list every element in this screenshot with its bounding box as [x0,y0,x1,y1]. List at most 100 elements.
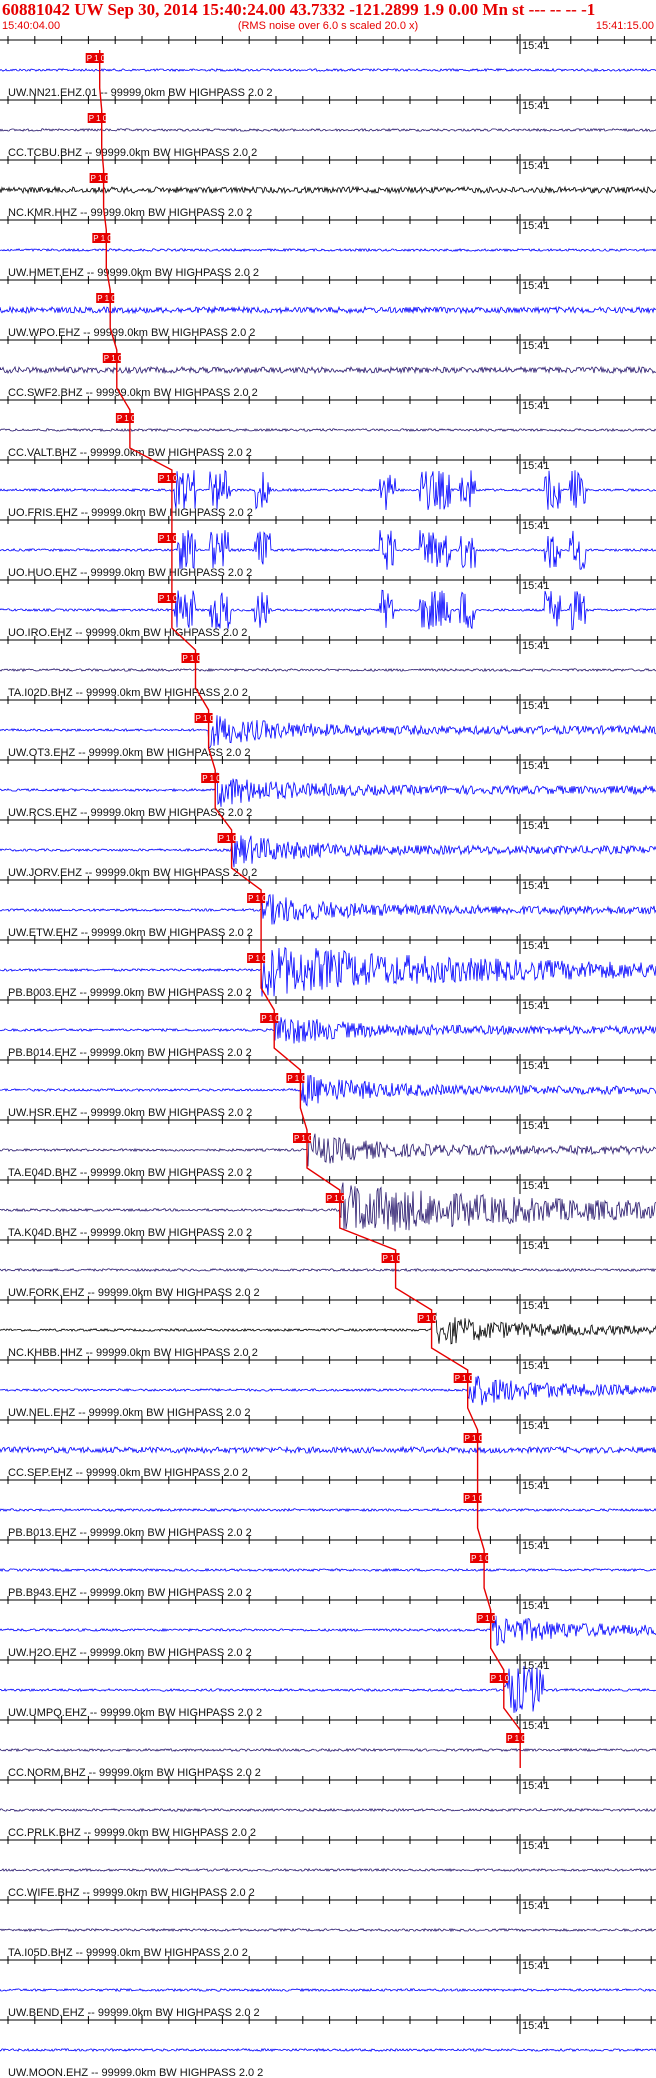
minute-marker-label: 15:41 [522,100,550,112]
trace-row: 15:41 UW.HSR.EHZ -- 99999.0km BW HIGHPASS… [0,1054,656,1119]
trace-row: 15:41 UO.FRIS.EHZ -- 99999.0km BW HIGHPAS… [0,454,656,519]
station-label: UW.OT3.EHZ -- 99999.0km BW HIGHPASS 2.0 … [8,747,250,759]
pick-label: P 1.0 [294,1134,313,1143]
waveform [0,185,656,195]
station-label: UW.FORK.EHZ -- 99999.0km BW HIGHPASS 2.0… [8,1287,260,1299]
station-label: UO.FRIS.EHZ -- 99999.0km BW HIGHPASS 2.0… [8,507,253,519]
station-label: UW.NN21.EHZ.01 -- 99999.0km BW HIGHPASS … [8,87,273,99]
pick-label: P 1.0 [159,594,178,603]
trace-row: 15:41 TA.I05D.BHZ -- 99999.0km BW HIGHPAS… [0,1894,656,1959]
station-label: PB.B014.EHZ -- 99999.0km BW HIGHPASS 2.0… [8,1047,252,1059]
station-label: CC.NORM.BHZ -- 99999.0km BW HIGHPASS 2.0… [8,1767,261,1779]
minute-marker-label: 15:41 [522,1900,550,1912]
waveform [0,365,656,375]
minute-marker-label: 15:41 [522,580,550,592]
minute-marker-label: 15:41 [522,1240,550,1252]
minute-marker-label: 15:41 [522,220,550,232]
waveform [0,1445,656,1455]
minute-marker-label: 15:41 [522,520,550,532]
pick-label: P 1.0 [91,174,110,183]
pick-label: P 1.0 [87,54,106,63]
pick-label: P 1.0 [465,1494,484,1503]
waveform [0,1133,656,1167]
station-label: TA.K04D.BHZ -- 99999.0km BW HIGHPASS 2.0… [8,1227,252,1239]
station-label: UO.HUO.EHZ -- 99999.0km BW HIGHPASS 2.0 … [8,567,252,579]
trace-row: 15:41 UW.WPO.EHZ -- 99999.0km BW HIGHPASS… [0,274,656,339]
waveform [0,1312,656,1345]
trace-row: 15:41 UW.NN21.EHZ.01 -- 99999.0km BW HIGH… [0,34,656,99]
trace-row: 15:41 UO.IRO.EHZ -- 99999.0km BW HIGHPASS… [0,574,656,639]
trace-row: 15:41 TA.K04D.BHZ -- 99999.0km BW HIGHPAS… [0,1174,656,1239]
waveform [0,530,656,570]
waveform [0,1075,656,1107]
waveform [0,1747,656,1753]
pick-label: P 1.0 [471,1554,490,1563]
minute-marker-label: 15:41 [522,1480,550,1492]
pick-label: P 1.0 [455,1374,474,1383]
station-label: UW.ETW.EHZ -- 99999.0km BW HIGHPASS 2.0 … [8,927,253,939]
waveform [0,1567,656,1573]
station-label: CC.SWF2.BHZ -- 99999.0km BW HIGHPASS 2.0… [8,387,258,399]
pick-label: P 1.0 [327,1194,346,1203]
waveform [0,1016,656,1044]
trace-row: 15:41 UW.HMET.EHZ -- 99999.0km BW HIGHPAS… [0,214,656,279]
waveform [0,247,656,253]
trace-row: 15:41 CC.WIFE.BHZ -- 99999.0km BW HIGHPAS… [0,1834,656,1899]
station-label: UW.HSR.EHZ -- 99999.0km BW HIGHPASS 2.0 … [8,1107,252,1119]
trace-row: 15:41 CC.SEP.EHZ -- 99999.0km BW HIGHPASS… [0,1414,656,1479]
pick-label: P 1.0 [159,474,178,483]
minute-marker-label: 15:41 [522,1600,550,1612]
trace-row: 15:41UW.RCS.EHZ -- 99999.0km BW HIGHPASS… [0,754,656,819]
pick-label: P 1.0 [491,1674,510,1683]
pick-label: P 1.0 [478,1614,497,1623]
trace-row: 15:41 TA.I02D.BHZ -- 99999.0km BW HIGHPAS… [0,634,656,699]
station-label: TA.I05D.BHZ -- 99999.0km BW HIGHPASS 2.0… [8,1947,248,1959]
waveform [0,1507,656,1513]
minute-marker-label: 15:41 [522,1180,550,1192]
station-label: NC.KHBB.HHZ -- 99999.0km BW HIGHPASS 2.0… [8,1347,258,1359]
pick-label: P 1.0 [383,1254,402,1263]
waveform [0,1614,656,1647]
minute-marker-label: 15:41 [522,1000,550,1012]
waveform [0,667,656,673]
seismogram-plot: 15:41 UW.NN21.EHZ.01 -- 99999.0km BW HIGH… [0,34,656,2078]
station-label: CC.WIFE.BHZ -- 99999.0km BW HIGHPASS 2.0… [8,1887,255,1899]
minute-marker-label: 15:41 [522,1360,550,1372]
station-label: UW.JORV.EHZ -- 99999.0km BW HIGHPASS 2.0… [8,867,257,879]
pick-label: P 1.0 [104,354,123,363]
station-label: PB.B013.EHZ -- 99999.0km BW HIGHPASS 2.0… [8,1527,252,1539]
pick-label: P 1.0 [93,234,112,243]
station-label: TA.E04D.BHZ -- 99999.0km BW HIGHPASS 2.0… [8,1167,252,1179]
minute-marker-label: 15:41 [522,1960,550,1972]
pick-label: P 1.0 [202,774,221,783]
waveform [0,715,656,749]
minute-marker-label: 15:41 [522,1540,550,1552]
minute-marker-label: 15:41 [522,940,550,952]
trace-row: 15:41 CC.SWF2.BHZ -- 99999.0km BW HIGHPAS… [0,334,656,399]
pick-label: P 1.0 [248,954,267,963]
minute-marker-label: 15:41 [522,160,550,172]
trace-row: 15:41CC.VALT.BHZ -- 99999.0km BW HIGHPAS… [0,394,656,459]
minute-marker-label: 15:41 [522,880,550,892]
trace-row: 15:41 UW.JORV.EHZ -- 99999.0km BW HIGHPAS… [0,814,656,879]
waveform [0,1267,656,1273]
pick-label: P 1.0 [419,1314,438,1323]
minute-marker-label: 15:41 [522,760,550,772]
station-label: UW.HMET.EHZ -- 99999.0km BW HIGHPASS 2.0… [8,267,259,279]
minute-marker-label: 15:41 [522,1420,550,1432]
pick-label: P 1.0 [507,1734,526,1743]
waveform [0,2048,656,2053]
station-label: NC.KMR.HHZ -- 99999.0km BW HIGHPASS 2.0 … [8,207,252,219]
trace-row: 15:41 CC.PRLK.BHZ -- 99999.0km BW HIGHPAS… [0,1774,656,1839]
waveform [0,127,656,133]
station-label: UW.UMPQ.EHZ -- 99999.0km BW HIGHPASS 2.0… [8,1707,262,1719]
waveform [0,305,656,315]
minute-marker-label: 15:41 [522,1660,550,1672]
pick-label: P 1.0 [183,654,202,663]
pick-label: P 1.0 [89,114,108,123]
waveform [0,894,656,925]
minute-marker-label: 15:41 [522,460,550,472]
minute-marker-label: 15:41 [522,820,550,832]
pick-label: P 1.0 [97,294,116,303]
pick-label: P 1.0 [287,1074,306,1083]
